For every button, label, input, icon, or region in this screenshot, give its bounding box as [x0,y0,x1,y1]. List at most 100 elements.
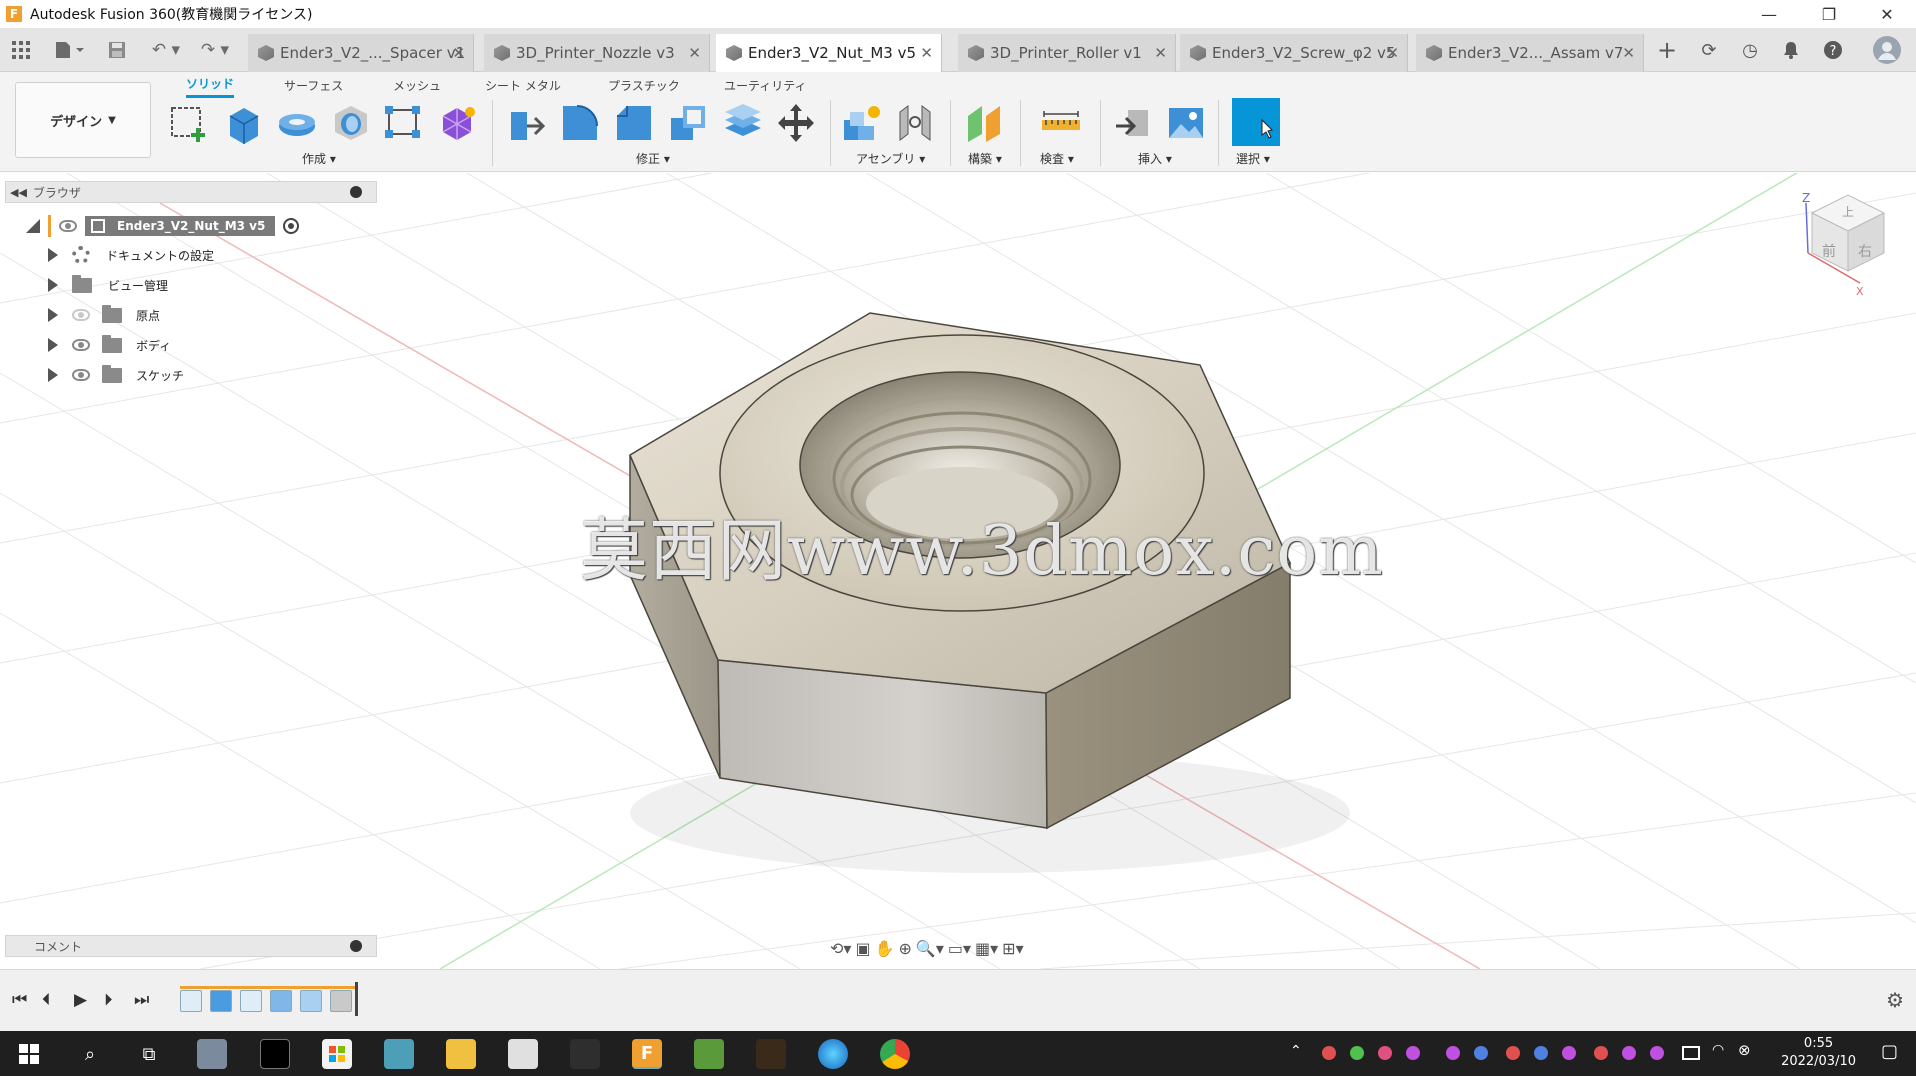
minimize-button[interactable]: — [1740,0,1798,28]
select-group-label[interactable]: 選択 ▾ [1236,150,1270,167]
tray-icon-7[interactable] [1506,1046,1520,1060]
timeline-marker[interactable] [355,982,358,1016]
file-menu-icon[interactable] [50,37,88,63]
browser-panel-header[interactable]: ◀◀ ブラウザ [5,181,377,203]
tab-utility[interactable]: ユーティリティ [724,72,807,98]
tab-mesh[interactable]: メッシュ [393,72,441,98]
expand-triangle-icon[interactable] [48,278,58,292]
timeline-end-icon[interactable]: ⏭ [134,990,149,1010]
timeline-thread-feature[interactable] [300,990,322,1012]
tray-icon-3[interactable] [1378,1046,1392,1060]
wifi-icon[interactable]: ◠ [1712,1042,1724,1058]
close-tab-icon[interactable]: ✕ [688,44,701,62]
browser-item-sketches[interactable]: スケッチ [48,363,184,387]
job-status-clock-icon[interactable]: ◷ [1737,37,1763,63]
tray-icon-4[interactable] [1406,1046,1420,1060]
viewcube-front-face[interactable]: 前 [1822,241,1836,261]
taskbar-clock[interactable]: 0:55 2022/03/10 [1781,1035,1856,1071]
close-tab-icon[interactable]: ✕ [452,44,465,62]
help-icon[interactable]: ? [1820,37,1846,63]
tab-sheet-metal[interactable]: シート メタル [485,72,561,98]
look-at-icon[interactable]: ▣ [855,939,870,958]
collapse-panel-icon[interactable]: ◀◀ [10,186,27,199]
new-tab-icon[interactable]: + [1654,36,1680,64]
combine-icon[interactable] [721,102,763,144]
tray-chevron-up-icon[interactable]: ⌃ [1290,1043,1302,1059]
tray-icon-9[interactable] [1562,1046,1576,1060]
form-icon[interactable] [436,102,478,144]
file-explorer-icon[interactable] [446,1039,476,1069]
tab-solid[interactable]: ソリッド [186,72,235,98]
tray-icon-1[interactable] [1322,1046,1336,1060]
notes-app-icon[interactable] [384,1039,414,1069]
expand-triangle-icon[interactable] [48,368,58,382]
timeline-prev-icon[interactable]: ⏴ [42,990,51,1010]
extensions-icon[interactable]: ⟳ [1696,37,1722,63]
close-tab-icon[interactable]: ✕ [1622,44,1635,62]
timeline-settings-gear-icon[interactable]: ⚙ [1886,988,1904,1012]
browser-item-bodies[interactable]: ボディ [48,333,171,357]
hole-icon[interactable] [330,102,372,144]
search-icon[interactable]: ⌕ [75,1039,105,1069]
app-icon-1[interactable] [197,1039,227,1069]
minecraft-icon[interactable] [694,1039,724,1069]
user-avatar[interactable] [1872,35,1902,65]
tray-icon-11[interactable] [1622,1046,1636,1060]
tab-surface[interactable]: サーフェス [284,72,343,98]
app-icon-cat[interactable] [570,1039,600,1069]
timeline-play-icon[interactable]: ▶ [74,990,87,1010]
timeline-sketch-feature[interactable] [180,990,202,1012]
timeline-extrude-feature[interactable] [210,990,232,1012]
task-view-icon[interactable]: ⧉ [134,1039,164,1069]
orbit-icon[interactable]: ⟲▾ [830,939,851,958]
comments-add-icon[interactable] [350,940,362,952]
terminal-icon[interactable] [260,1039,290,1069]
create-sketch-icon[interactable] [168,102,210,144]
insert-group-label[interactable]: 挿入 ▾ [1138,150,1172,167]
tray-icon-6[interactable] [1474,1046,1488,1060]
tab-nozzle[interactable]: 3D_Printer_Nozzle v3 ✕ [484,34,710,72]
construct-group-label[interactable]: 構築 ▾ [968,150,1002,167]
close-tab-icon[interactable]: ✕ [1386,44,1399,62]
browser-root-row[interactable]: Ender3_V2_Nut_M3 v5 [26,214,300,238]
pattern-icon[interactable] [382,102,424,144]
fit-zoom-icon[interactable]: 🔍▾ [916,939,944,958]
viewports-icon[interactable]: ⊞▾ [1002,939,1023,958]
store-icon[interactable] [322,1039,352,1069]
select-tool-icon[interactable] [1232,98,1280,146]
viewcube-top-face[interactable]: 上 [1842,203,1854,220]
visibility-eye-icon[interactable] [59,220,77,232]
battery-icon[interactable] [1682,1046,1700,1060]
data-panel-grid-icon[interactable] [8,37,34,63]
close-tab-icon[interactable]: ✕ [1154,44,1167,62]
press-pull-icon[interactable] [505,102,547,144]
comments-panel-header[interactable]: コメント [5,935,377,957]
tray-icon-5[interactable] [1446,1046,1460,1060]
root-component-node[interactable]: Ender3_V2_Nut_M3 v5 [85,216,276,236]
expand-triangle-icon[interactable] [26,219,40,233]
tab-roller[interactable]: 3D_Printer_Roller v1 ✕ [958,34,1176,72]
browser-item-document-settings[interactable]: ドキュメントの設定 [48,243,214,267]
notification-center-icon[interactable]: ▢ [1881,1041,1898,1062]
assembly-group-label[interactable]: アセンブリ ▾ [856,150,925,167]
timeline-hole-feature[interactable] [330,990,352,1012]
3d-viewport[interactable]: Z X 上 前 右 莫西网www.3dmox.com [0,173,1916,969]
workspace-switcher[interactable]: デザイン ▼ [15,82,151,158]
save-icon[interactable] [104,37,130,63]
chrome-browser-icon[interactable] [880,1039,910,1069]
revolve-icon[interactable] [276,102,318,144]
tab-plastic[interactable]: プラスチック [608,72,680,98]
tab-assam[interactable]: Ender3_V2..._Assam v7 ✕ [1416,34,1644,72]
timeline-next-icon[interactable]: ⏵ [104,990,113,1010]
timeline-sketch-feature[interactable] [240,990,262,1012]
pan-hand-icon[interactable]: ✋ [875,939,895,958]
hidden-eye-icon[interactable] [72,309,90,321]
fillet-icon[interactable] [559,102,601,144]
fusion360-taskbar-icon[interactable]: F [632,1039,662,1069]
chamfer-icon[interactable] [613,102,655,144]
tray-icon-2[interactable] [1350,1046,1364,1060]
display-settings-icon[interactable]: ▭▾ [948,939,971,958]
inspect-group-label[interactable]: 検査 ▾ [1040,150,1074,167]
zoom-icon[interactable]: ⊕ [898,939,911,958]
create-group-label[interactable]: 作成 ▾ [302,150,336,167]
